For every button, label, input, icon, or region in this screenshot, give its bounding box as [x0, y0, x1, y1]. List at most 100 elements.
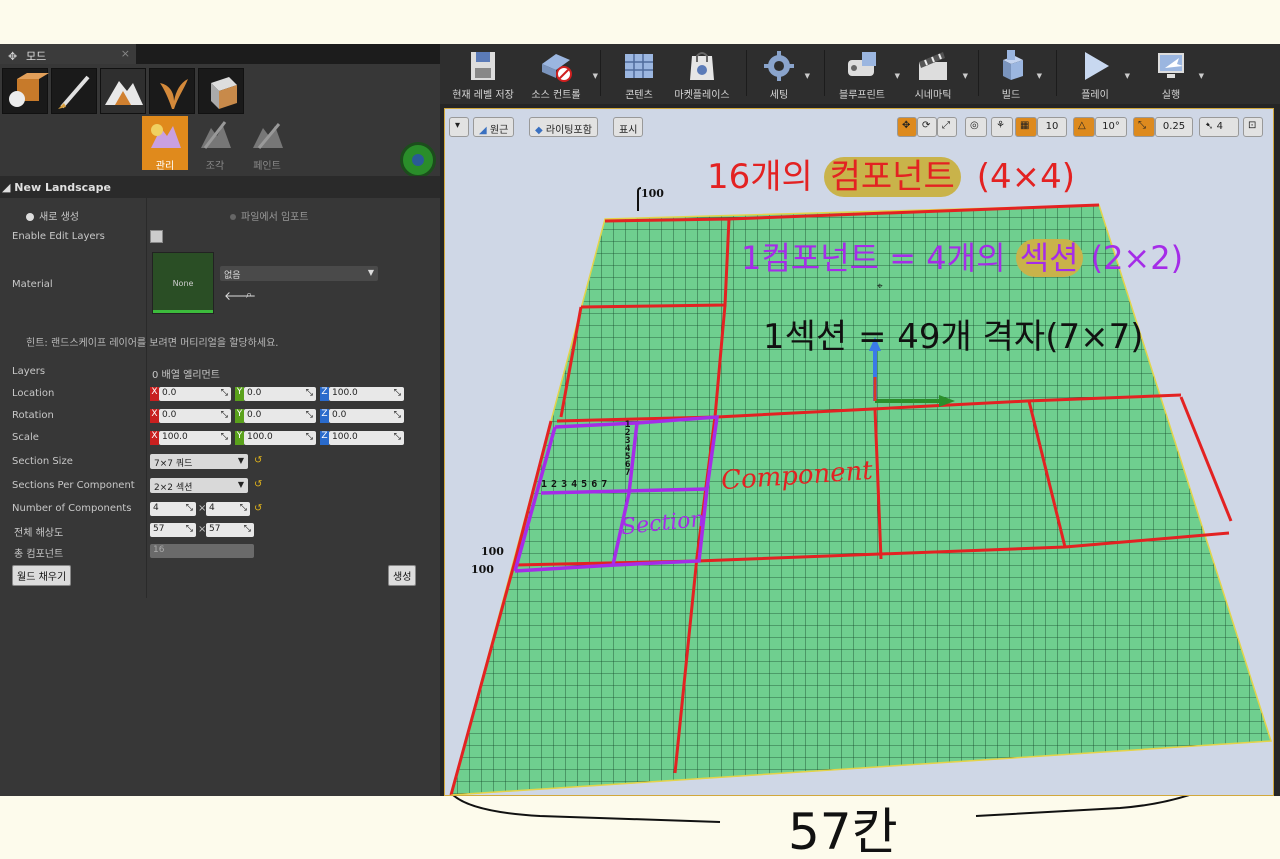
paint-icon: [253, 123, 283, 149]
annotation-title-highlight: 컴포넌트: [823, 157, 961, 197]
blueprint-icon: [848, 52, 876, 76]
material-dropdown[interactable]: 없음 ▼: [220, 266, 378, 281]
annotation-title-suffix: (4×4): [976, 157, 1076, 197]
scale-z-input[interactable]: 100.0 ⤡: [329, 431, 404, 445]
section-size-dropdown[interactable]: 7×7 쿼드 ▼: [150, 454, 248, 469]
source-control-button[interactable]: 소스 컨트롤 ▼: [524, 48, 598, 101]
components-y-input[interactable]: 4 ⤡: [206, 502, 250, 516]
tab-modes[interactable]: ✥ 모드 ×: [0, 44, 136, 64]
chevron-down-icon: ▼: [894, 72, 900, 80]
rotation-z-input[interactable]: 0.0 ⤡: [329, 409, 404, 423]
toolbar-separator: [1056, 50, 1057, 96]
resolution-y-input[interactable]: 57 ⤡: [206, 523, 254, 537]
scale-label: Scale: [12, 432, 39, 443]
location-x-input[interactable]: 0.0 ⤡: [159, 387, 231, 401]
marker-100-top: 100: [641, 187, 664, 200]
marketplace-button[interactable]: 마켓플레이스: [670, 48, 734, 101]
toolbar-separator: [824, 50, 825, 96]
blueprints-button[interactable]: 블루프린트 ▼: [834, 48, 900, 101]
bottom-annotation: 57칸: [0, 796, 1280, 859]
reset-icon[interactable]: ↺: [254, 479, 262, 490]
settings-button[interactable]: 세팅 ▼: [758, 48, 810, 101]
axis-z-icon: Z: [320, 431, 329, 445]
rotation-x-input[interactable]: 0.0 ⤡: [159, 409, 231, 423]
location-label: Location: [12, 388, 55, 399]
source-control-label: 소스 컨트롤: [531, 90, 581, 101]
modes-icon: ✥: [8, 50, 18, 63]
chevron-down-icon: ▼: [1124, 72, 1130, 80]
radio-import-label: 파일에서 임포트: [241, 212, 309, 223]
foliage-mode-icon[interactable]: [149, 68, 195, 114]
toolbar-separator: [978, 50, 979, 96]
material-thumbnail[interactable]: None: [152, 252, 214, 314]
place-mode-icon[interactable]: [2, 68, 49, 114]
reset-icon[interactable]: ↺: [254, 503, 262, 514]
location-z-input[interactable]: 100.0 ⤡: [329, 387, 404, 401]
reset-icon[interactable]: ↺: [254, 455, 262, 466]
radio-import-dot: [230, 214, 236, 220]
gear-icon: [764, 51, 794, 81]
launch-icon: [1158, 53, 1184, 78]
tool-paint-label: 페인트: [253, 161, 281, 172]
sections-per-value: 2×2 섹션: [154, 483, 193, 493]
play-button[interactable]: 플레이 ▼: [1070, 48, 1130, 101]
sections-per-component-dropdown[interactable]: 2×2 섹션 ▼: [150, 478, 248, 493]
marker-100-a: 100: [481, 545, 504, 558]
landscape-mode-icon[interactable]: [100, 68, 146, 114]
paint-mode-icon[interactable]: [51, 68, 97, 114]
material-thumb-label: None: [172, 279, 194, 288]
create-button[interactable]: 생성: [388, 565, 417, 586]
chevron-down-icon: ▼: [237, 456, 244, 465]
material-dropdown-value: 없음: [224, 271, 241, 281]
landscape-canvas: [449, 203, 1273, 795]
fill-world-button[interactable]: 월드 채우기: [12, 565, 72, 586]
viewport[interactable]: ▾ ◢ 원근 ◆ 라이팅포함 표시 ✥ ⟳ ⤢ ◎ ⚘ ▦ 10 △ 10° ⤡…: [444, 108, 1274, 796]
radio-new[interactable]: 새로 생성: [26, 208, 79, 223]
tool-manage-label: 관리: [155, 161, 175, 172]
sculpt-icon: [201, 121, 231, 149]
mouse-cursor-icon: ⌖: [877, 281, 883, 292]
axis-z-icon: Z: [320, 387, 329, 401]
resolution-x-input[interactable]: 57 ⤡: [150, 523, 196, 537]
total-components-value: 16: [150, 544, 254, 558]
scale-x-input[interactable]: 100.0 ⤡: [159, 431, 231, 445]
main-toolbar: 현재 레벨 저장 소스 컨트롤 ▼ 콘텐츠 마켓플레이스 세팅 ▼ 블루프린트 ▼ 시…: [440, 44, 1280, 104]
enable-edit-layers-checkbox[interactable]: [150, 230, 163, 243]
manage-icon: [151, 124, 181, 148]
components-x-input[interactable]: 4 ⤡: [150, 502, 196, 516]
tool-paint[interactable]: 페인트: [244, 116, 290, 172]
axis-x-icon: X: [150, 387, 159, 401]
annotation-line3: 1섹션 = 49개 격자(7×7): [763, 317, 1144, 357]
scale-y-input[interactable]: 100.0 ⤡: [244, 431, 316, 445]
radio-import[interactable]: 파일에서 임포트: [230, 208, 309, 223]
enable-edit-layers-label: Enable Edit Layers: [12, 231, 105, 242]
rotation-row: Rotation X 0.0 ⤡ Y 0.0 ⤡ Z 0.0 ⤡: [0, 409, 436, 425]
content-label: 콘텐츠: [625, 90, 653, 101]
location-x-value: 0.0: [162, 388, 177, 398]
tool-manage[interactable]: 관리: [142, 116, 188, 172]
launch-button[interactable]: 실행 ▼: [1148, 48, 1204, 101]
modes-panel: ✥ 모드 × 관리 조각 페인트 ◢ New Landscape 새로 생성 파일…: [0, 44, 440, 796]
location-y-input[interactable]: 0.0 ⤡: [244, 387, 316, 401]
tool-sculpt[interactable]: 조각: [192, 116, 238, 172]
save-current-level-button[interactable]: 현재 레벨 저장: [448, 48, 518, 101]
save-icon: [471, 52, 495, 80]
geometry-mode-icon[interactable]: [198, 68, 244, 114]
tab-modes-label: 모드: [26, 50, 47, 63]
rotation-y-input[interactable]: 0.0 ⤡: [244, 409, 316, 423]
save-label: 현재 레벨 저장: [452, 90, 514, 101]
resolution-y-value: 57: [209, 524, 221, 534]
browse-search-icon[interactable]: ⌕: [246, 288, 252, 302]
radio-new-dot: [26, 213, 34, 221]
content-button[interactable]: 콘텐츠: [614, 48, 664, 101]
cinematics-label: 시네마틱: [914, 90, 952, 101]
build-button[interactable]: 빌드 ▼: [990, 48, 1042, 101]
cinematics-button[interactable]: 시네마틱 ▼: [908, 48, 968, 101]
chevron-down-icon: ▼: [592, 72, 598, 80]
close-tab-icon[interactable]: ×: [121, 47, 130, 60]
marketplace-icon: [690, 52, 714, 80]
new-landscape-header[interactable]: ◢ New Landscape: [0, 176, 440, 198]
chevron-down-icon: ▼: [367, 268, 374, 277]
axis-x-icon: X: [150, 431, 159, 445]
scope-icon: [400, 142, 436, 178]
